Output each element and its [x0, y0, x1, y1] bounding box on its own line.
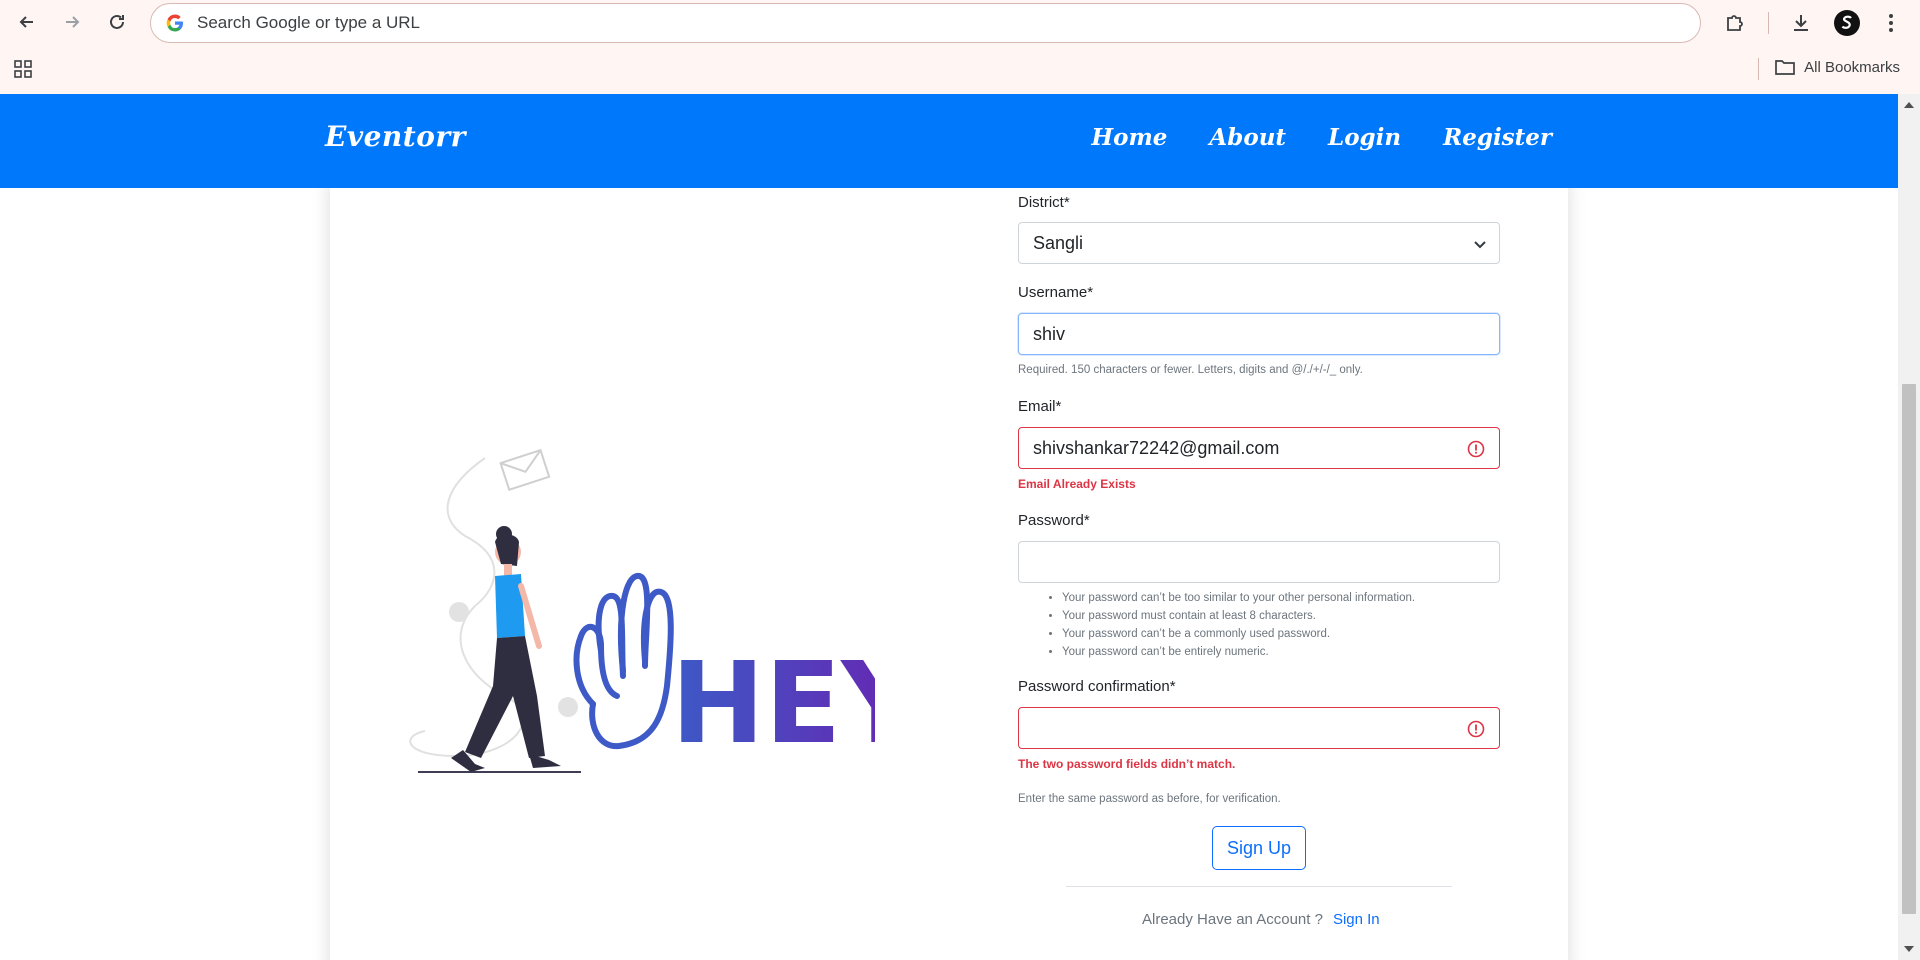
hey-illustration: HEY [409, 448, 875, 773]
bookmarks-separator [1758, 58, 1759, 80]
chevron-down-icon [1474, 241, 1486, 249]
email-error: Email Already Exists [1018, 477, 1136, 491]
username-help: Required. 150 characters or fewer. Lette… [1018, 364, 1363, 376]
nav-about[interactable]: About [1209, 124, 1286, 151]
page-scrollbar[interactable] [1898, 94, 1920, 960]
site-navbar: Eventorr Home About Login Register [0, 94, 1898, 188]
omnibox[interactable]: Search Google or type a URL [150, 3, 1701, 43]
profile-button[interactable] [1830, 6, 1864, 40]
signin-link[interactable]: Sign In [1333, 911, 1380, 928]
google-icon [163, 11, 187, 35]
all-bookmarks[interactable]: All Bookmarks [1774, 58, 1900, 76]
hey-logo-text: HEY [671, 639, 875, 769]
district-label: District* [1018, 194, 1070, 211]
password-confirm-input[interactable] [1018, 707, 1500, 749]
username-input[interactable]: shiv [1018, 313, 1500, 355]
extensions-icon [1727, 15, 1743, 31]
reload-button[interactable] [101, 6, 133, 38]
form-divider [1066, 886, 1452, 887]
username-value: shiv [1033, 323, 1066, 344]
account-prompt-text: Already Have an Account ? [1142, 911, 1323, 928]
bookmarks-bar: All Bookmarks [0, 50, 1920, 90]
email-label: Email* [1018, 398, 1062, 415]
scroll-down-arrow[interactable] [1904, 946, 1914, 952]
reload-icon [110, 14, 124, 29]
password-rules: Your password can’t be too similar to yo… [1062, 589, 1415, 661]
menu-button[interactable] [1874, 6, 1908, 40]
back-button[interactable] [11, 6, 43, 38]
error-icon [1467, 720, 1485, 738]
toolbar-separator [1768, 12, 1769, 34]
browser-chrome: Search Google or type a URL All Bookmark… [0, 0, 1920, 94]
email-value: shivshankar72242@gmail.com [1033, 437, 1280, 458]
all-bookmarks-label: All Bookmarks [1804, 58, 1900, 76]
forward-button[interactable] [56, 6, 88, 38]
password-label: Password* [1018, 512, 1090, 529]
district-value: Sangli [1033, 232, 1084, 253]
download-button[interactable] [1784, 6, 1818, 40]
back-arrow-icon [19, 16, 33, 28]
apps-button[interactable] [12, 58, 34, 85]
forward-arrow-icon [66, 16, 80, 28]
scroll-up-arrow[interactable] [1904, 102, 1914, 108]
apps-icon [14, 60, 32, 78]
error-icon [1467, 440, 1485, 458]
profile-icon [1834, 10, 1860, 36]
scroll-thumb[interactable] [1902, 384, 1916, 914]
password-input[interactable] [1018, 541, 1500, 583]
district-select[interactable]: Sangli [1018, 222, 1500, 264]
username-label: Username* [1018, 284, 1094, 301]
email-input[interactable]: shivshankar72242@gmail.com [1018, 427, 1500, 469]
menu-icon [1889, 14, 1893, 32]
account-prompt: Already Have an Account ? Sign In [1142, 911, 1380, 928]
password-rule: Your password can’t be a commonly used p… [1062, 625, 1415, 643]
download-icon [1794, 15, 1808, 31]
password-confirm-label: Password confirmation* [1018, 678, 1176, 695]
omnibox-text: Search Google or type a URL [197, 13, 421, 32]
password-confirm-help: Enter the same password as before, for v… [1018, 793, 1281, 805]
password-rule: Your password can’t be too similar to yo… [1062, 589, 1415, 607]
password-rule: Your password must contain at least 8 ch… [1062, 607, 1415, 625]
password-confirm-error: The two password fields didn’t match. [1018, 757, 1236, 771]
extensions-button[interactable] [1718, 6, 1752, 40]
brand-logo[interactable]: Eventorr [325, 120, 466, 153]
signup-button[interactable]: Sign Up [1212, 826, 1306, 870]
nav-login[interactable]: Login [1328, 124, 1401, 151]
password-rule: Your password can’t be entirely numeric. [1062, 643, 1415, 661]
nav-home[interactable]: Home [1091, 124, 1167, 151]
folder-icon [1775, 60, 1795, 75]
nav-register[interactable]: Register [1443, 124, 1552, 151]
page-body: HEY District* Sangli Username* shiv Requ… [0, 188, 1898, 960]
nav-links: Home About Login Register [1049, 124, 1552, 151]
